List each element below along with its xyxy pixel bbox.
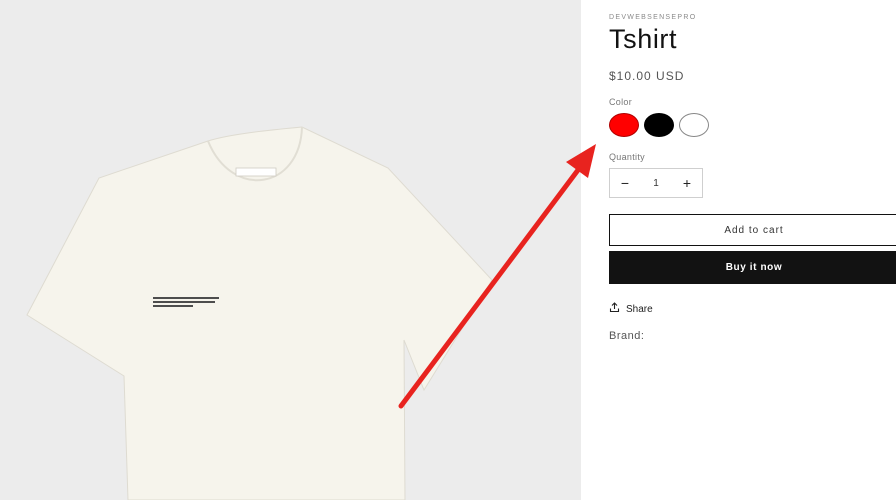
vendor-name: DEVWEBSENSEPRO <box>609 14 697 21</box>
product-title: Tshirt <box>609 24 678 54</box>
color-swatch-white[interactable] <box>679 113 709 137</box>
brand-label: Brand: <box>609 330 645 342</box>
product-price: $10.00 USD <box>609 69 685 83</box>
product-image <box>0 0 581 500</box>
quantity-label: Quantity <box>609 152 645 162</box>
color-label: Color <box>609 97 633 107</box>
color-swatches <box>609 113 709 137</box>
product-info: DEVWEBSENSEPRO Tshirt $10.00 USD Color Q… <box>609 0 896 500</box>
quantity-increase-button[interactable]: + <box>672 169 702 197</box>
color-swatch-red[interactable] <box>609 113 639 137</box>
share-button[interactable]: Share <box>609 302 653 316</box>
quantity-decrease-button[interactable]: − <box>610 169 640 197</box>
color-swatch-black[interactable] <box>644 113 674 137</box>
share-label: Share <box>626 303 653 315</box>
buy-it-now-button[interactable]: Buy it now <box>609 251 896 284</box>
quantity-value[interactable]: 1 <box>653 178 659 189</box>
add-to-cart-button[interactable]: Add to cart <box>609 214 896 246</box>
share-icon <box>609 302 620 316</box>
quantity-stepper: − 1 + <box>609 168 703 198</box>
tshirt-illustration <box>26 126 493 500</box>
